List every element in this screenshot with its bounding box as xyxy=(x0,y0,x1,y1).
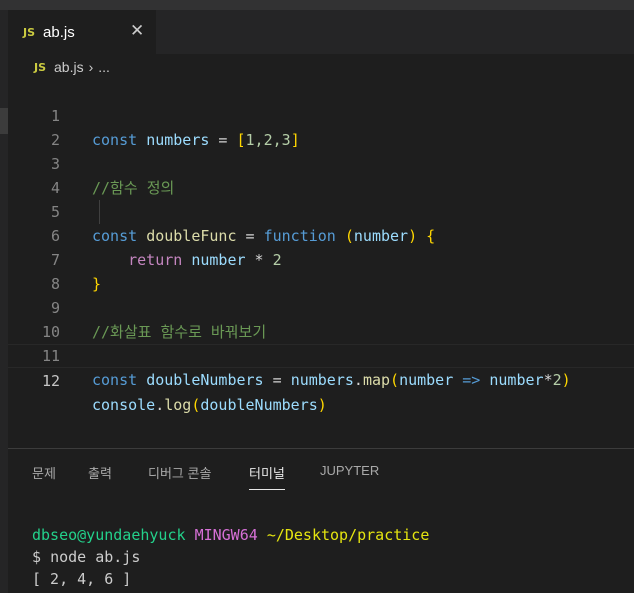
code-line-active: 12 console.log(doubleNumbers) xyxy=(8,344,634,414)
code-token: map xyxy=(362,371,391,389)
code-token: * xyxy=(543,371,553,389)
tab-debug-console[interactable]: 디버그 콘솔 xyxy=(148,463,211,489)
breadcrumb: JS ab.js › ... xyxy=(8,54,634,80)
tab-ab-js[interactable]: JS ab.js ✕ xyxy=(8,10,156,54)
code-token: number xyxy=(489,371,544,389)
indent-guide xyxy=(99,200,100,224)
title-strip xyxy=(0,0,634,10)
tab-label: ab.js xyxy=(43,23,75,41)
code-token: = xyxy=(263,371,291,389)
code-token: doubleNumbers xyxy=(146,371,264,389)
code-token: doubleNumbers xyxy=(200,396,318,414)
tab-jupyter[interactable]: JUPYTER xyxy=(320,463,379,489)
terminal-user-host: dbseo@yundaehyuck xyxy=(32,526,186,544)
terminal-prompt-line: dbseo@yundaehyuck MINGW64 ~/Desktop/prac… xyxy=(32,524,429,546)
code-line: 4 xyxy=(8,152,634,197)
code-token: . xyxy=(155,396,165,414)
code-line: 11 const doubleNumbers = numbers.map(num… xyxy=(8,320,634,389)
code-line: 7 } xyxy=(8,224,634,293)
code-token: => xyxy=(453,371,490,389)
tab-terminal[interactable]: 터미널 xyxy=(249,463,285,490)
close-icon[interactable]: ✕ xyxy=(130,21,144,41)
code-line: 5 const doubleFunc = function (number) { xyxy=(8,176,634,245)
terminal-prompt-symbol: $ xyxy=(32,548,42,566)
bottom-panel: 문제 출력 디버그 콘솔 터미널 JUPYTER dbseo@yundaehyu… xyxy=(8,449,634,593)
code-editor[interactable]: 1 const numbers = [1,2,3] 2 3 //함수 정의 4 … xyxy=(8,80,634,448)
javascript-file-icon: JS xyxy=(23,25,36,39)
code-line: 10 xyxy=(8,296,634,341)
line-number: 12 xyxy=(41,372,60,390)
code-token: number xyxy=(399,371,454,389)
activity-rail-marker xyxy=(0,108,8,134)
code-token: ( xyxy=(390,371,400,389)
code-token: ) xyxy=(317,396,327,414)
terminal-env: MINGW64 xyxy=(194,526,258,544)
javascript-file-icon: JS xyxy=(34,60,47,74)
code-line: 6 return number * 2 xyxy=(8,200,634,269)
code-token: log xyxy=(164,396,192,414)
editor-tab-bar: JS ab.js ✕ xyxy=(8,10,634,54)
code-token: ) xyxy=(561,371,571,389)
breadcrumb-file[interactable]: ab.js xyxy=(54,59,84,75)
code-line: 8 xyxy=(8,248,634,293)
activity-rail xyxy=(0,10,8,593)
terminal-command: node ab.js xyxy=(50,548,141,566)
code-line: 1 const numbers = [1,2,3] xyxy=(8,80,634,149)
code-token: . xyxy=(353,371,363,389)
terminal-output: [ 2, 4, 6 ] xyxy=(32,570,132,588)
terminal-path: ~/Desktop/practice xyxy=(266,526,430,544)
code-line: 9 //화살표 함수로 바꿔보기 xyxy=(8,272,634,341)
chevron-right-icon: › xyxy=(88,59,94,75)
terminal-command-line[interactable]: $ node ab.js xyxy=(32,546,140,568)
code-token: numbers xyxy=(290,371,354,389)
code-line: 2 xyxy=(8,104,634,149)
code-token: 2 xyxy=(552,371,562,389)
code-line: 3 //함수 정의 xyxy=(8,128,634,197)
code-token: console xyxy=(92,396,156,414)
tab-output[interactable]: 출력 xyxy=(88,463,112,489)
tab-problems[interactable]: 문제 xyxy=(32,463,56,489)
breadcrumb-symbol[interactable]: ... xyxy=(98,59,110,75)
code-token: const xyxy=(92,371,138,389)
